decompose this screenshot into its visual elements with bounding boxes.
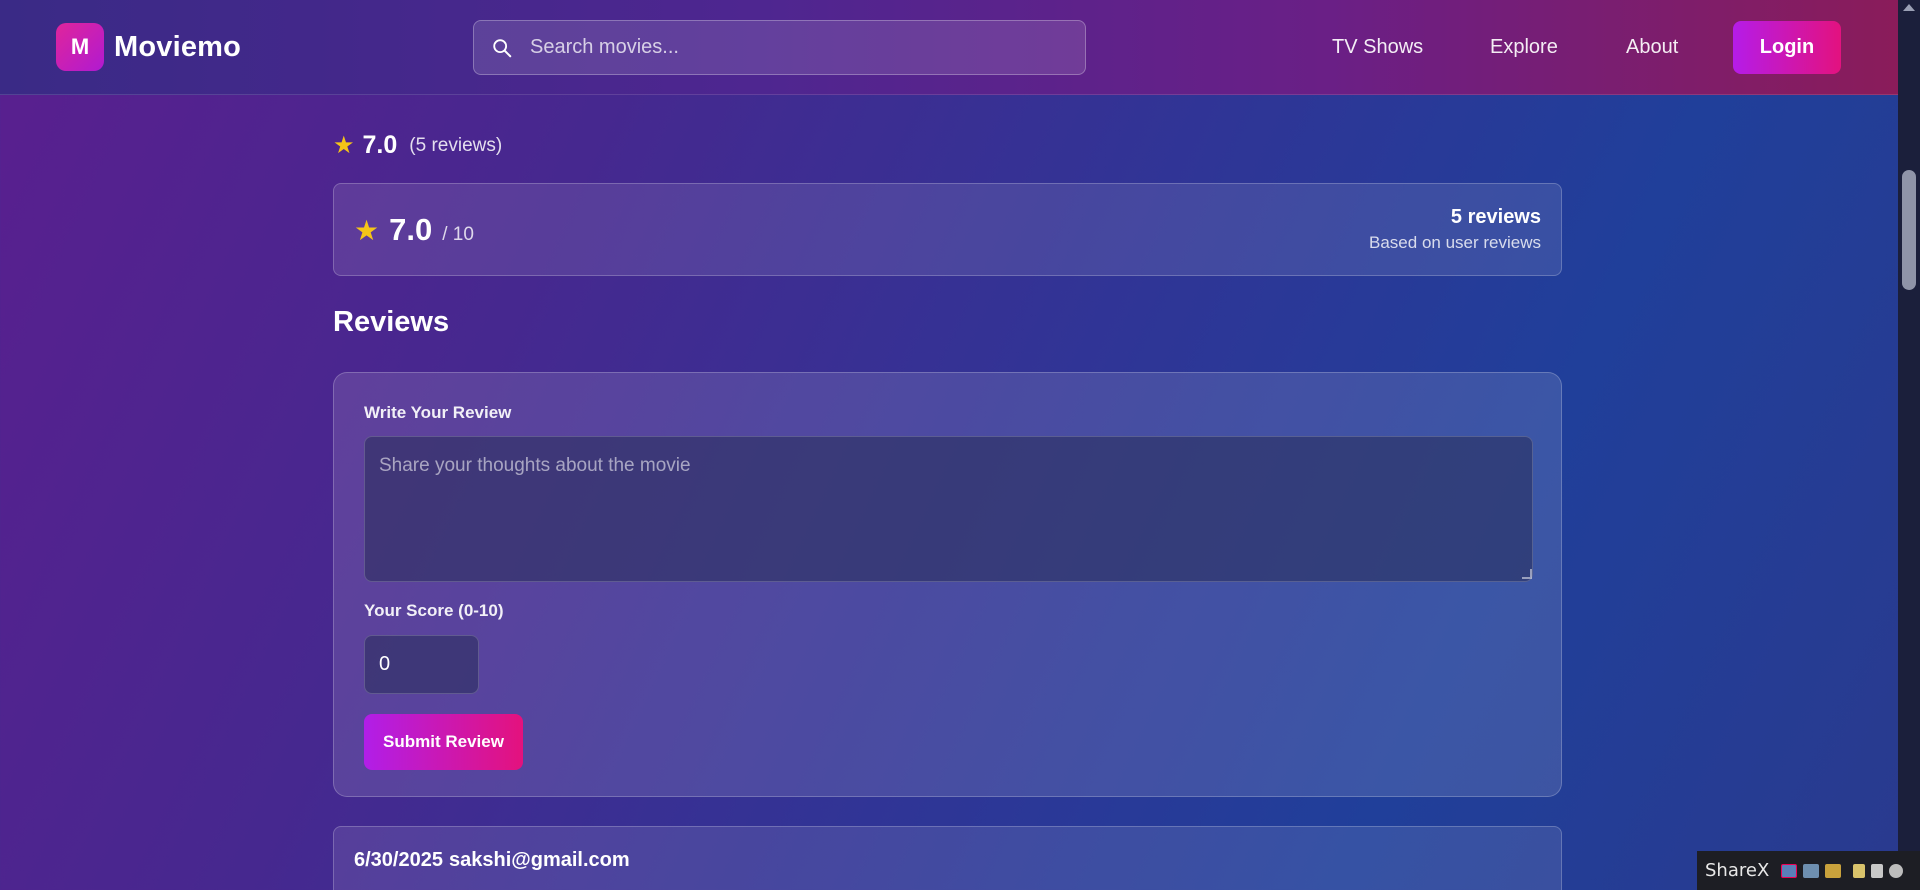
capture-region-icon[interactable] [1781,863,1798,878]
brand[interactable]: M Moviemo [56,23,241,71]
review-form: Write Your Review Your Score (0-10) Subm… [333,372,1562,797]
nav-tv-shows[interactable]: TV Shows [1332,36,1423,59]
rating-scale: / 10 [442,224,474,245]
score-input[interactable] [364,635,479,694]
logo-icon: M [56,23,104,71]
clipboard-icon[interactable] [1853,863,1866,878]
page-scrollbar[interactable] [1898,0,1920,890]
history-icon[interactable] [1871,863,1884,878]
review-textarea[interactable] [364,436,1533,582]
review-count: 5 reviews [1450,206,1541,228]
score-label: Your Score (0-10) [364,601,504,620]
capture-screen-icon[interactable] [1803,863,1820,878]
sharex-label: ShareX [1705,860,1770,881]
scroll-thumb[interactable] [1902,170,1916,290]
nav-about[interactable]: About [1626,36,1678,59]
star-icon: ★ [333,132,355,159]
submit-review-button[interactable]: Submit Review [364,714,523,770]
brand-name: Moviemo [114,30,242,63]
reviews-heading: Reviews [333,306,450,338]
rating-summary: ★ 7.0 (5 reviews) [333,131,502,160]
login-button[interactable]: Login [1733,21,1841,74]
review-author: sakshi@gmail.com [448,849,630,871]
clock-icon[interactable] [1889,863,1904,878]
search-icon [474,37,530,59]
review-text-label: Write Your Review [364,403,512,422]
sharex-tray: ShareX [1697,851,1920,890]
rating-card: ★ 7.0 / 10 5 reviews Based on user revie… [333,183,1562,276]
upload-icon[interactable] [1825,863,1842,878]
rating-value: 7.0 [362,131,398,159]
search-input[interactable] [530,36,1070,59]
resize-handle-icon[interactable] [1522,569,1532,579]
top-navbar: M Moviemo TV Shows Explore About Login [0,0,1898,95]
nav-explore[interactable]: Explore [1490,36,1558,59]
scroll-up-arrow-icon[interactable] [1903,4,1915,11]
rating-count: (5 reviews) [409,134,503,156]
review-date: 6/30/2025 [354,849,443,871]
rating-subtitle: Based on user reviews [1369,233,1541,252]
review-item: 6/30/2025 sakshi@gmail.com [333,826,1562,890]
star-icon: ★ [354,215,380,246]
search-box [473,20,1086,75]
rating-score: 7.0 [389,212,433,247]
